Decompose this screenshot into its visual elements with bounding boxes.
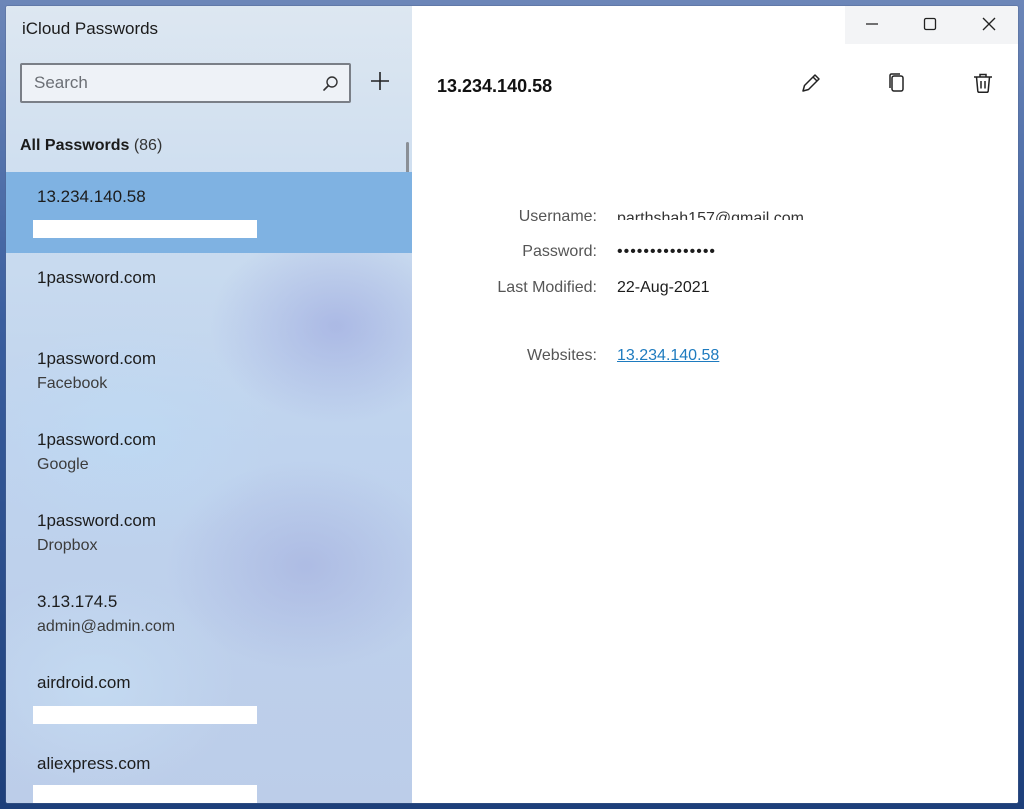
- password-list: 13.234.140.58 1password.com 1password.co…: [6, 172, 412, 803]
- search-input[interactable]: Search: [20, 63, 351, 103]
- app-window: iCloud Passwords Search All Passwords (8…: [6, 6, 1018, 803]
- redaction-bar: [33, 785, 257, 803]
- list-item-title: 1password.com: [37, 511, 157, 530]
- username-value[interactable]: parthshah157@gmail.com: [617, 210, 804, 220]
- list-item-title: airdroid.com: [37, 673, 131, 692]
- list-item[interactable]: 1password.com Google: [6, 415, 412, 496]
- websites-row: Websites: 13.234.140.58: [412, 347, 1018, 371]
- app-title: iCloud Passwords: [22, 19, 159, 38]
- list-item[interactable]: 13.234.140.58: [6, 172, 412, 253]
- plus-icon[interactable]: [368, 68, 392, 94]
- list-item[interactable]: airdroid.com: [6, 658, 412, 739]
- list-header-label: All Passwords: [20, 137, 130, 154]
- list-header: All Passwords (86): [20, 137, 162, 155]
- list-item-subtitle: Google: [37, 456, 89, 473]
- search-placeholder: Search: [34, 73, 88, 92]
- list-item-subtitle: admin@admin.com: [37, 618, 176, 635]
- trash-icon[interactable]: [971, 71, 995, 95]
- password-label: Password:: [522, 243, 597, 260]
- list-item[interactable]: 1password.com Facebook: [6, 334, 412, 415]
- modified-label: Last Modified:: [497, 279, 597, 296]
- username-label: Username:: [518, 208, 597, 225]
- list-item-title: aliexpress.com: [37, 754, 151, 773]
- search-icon[interactable]: [322, 75, 339, 92]
- list-item[interactable]: 1password.com: [6, 253, 412, 334]
- password-value[interactable]: •••••••••••••••: [617, 243, 716, 261]
- list-item[interactable]: aliexpress.com: [6, 739, 412, 803]
- detail-title: 13.234.140.58: [437, 76, 553, 96]
- list-item-subtitle: Facebook: [37, 375, 108, 392]
- minimize-icon[interactable]: [862, 14, 882, 34]
- caption-bar: [845, 6, 1018, 44]
- list-item-title: 1password.com: [37, 268, 157, 287]
- list-item[interactable]: 3.13.174.5 admin@admin.com: [6, 577, 412, 658]
- password-count: (86): [133, 137, 163, 154]
- redaction-bar: [33, 220, 257, 238]
- list-item-subtitle: Dropbox: [37, 537, 98, 554]
- username-row: Username: parthshah157@gmail.com: [412, 208, 1018, 232]
- maximize-icon[interactable]: [920, 14, 940, 34]
- sidebar: iCloud Passwords Search All Passwords (8…: [6, 6, 412, 803]
- list-item[interactable]: 1password.com Dropbox: [6, 496, 412, 577]
- close-icon[interactable]: [979, 14, 999, 34]
- list-item-title: 1password.com: [37, 430, 157, 449]
- redaction-bar: [33, 706, 257, 724]
- modified-value: 22-Aug-2021: [617, 279, 710, 296]
- website-link[interactable]: 13.234.140.58: [617, 347, 719, 365]
- password-row: Password: •••••••••••••••: [412, 243, 1018, 267]
- list-item-title: 3.13.174.5: [37, 592, 118, 611]
- pencil-icon[interactable]: [799, 71, 823, 95]
- list-item-title: 1password.com: [37, 349, 157, 368]
- modified-row: Last Modified: 22-Aug-2021: [412, 279, 1018, 303]
- websites-label: Websites:: [527, 347, 597, 364]
- copy-icon[interactable]: [885, 71, 909, 95]
- detail-pane: 13.234.140.58 Username: parthshah157@gma…: [412, 6, 1018, 803]
- list-item-title: 13.234.140.58: [37, 187, 146, 206]
